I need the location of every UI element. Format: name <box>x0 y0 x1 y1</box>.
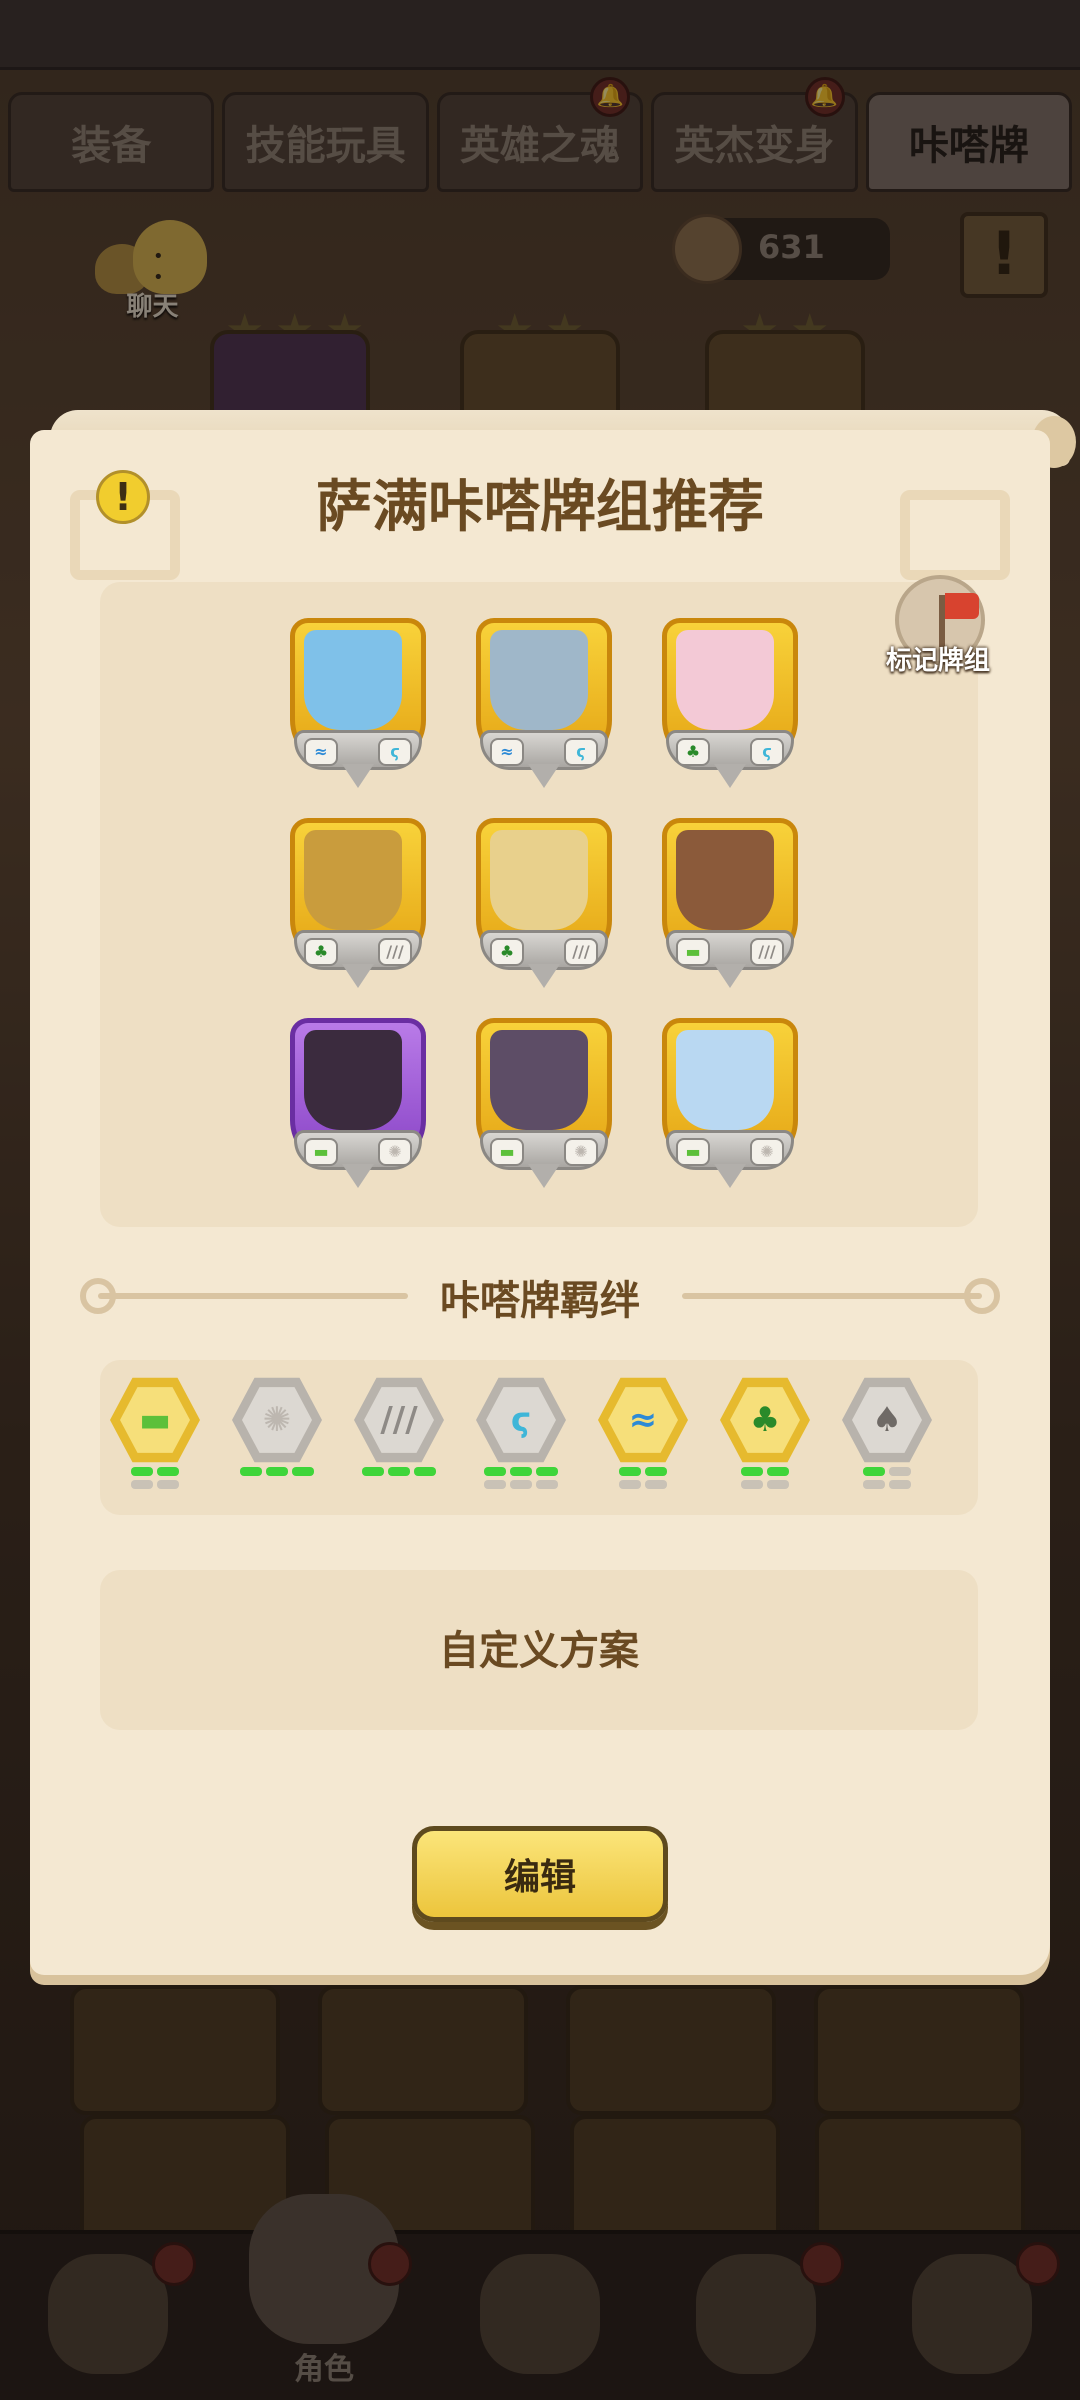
tree-icon: ♣ <box>676 738 710 766</box>
progress-pip <box>414 1467 436 1476</box>
hero-art <box>676 630 774 730</box>
hero-card[interactable]: ≈ ϛ <box>290 618 426 788</box>
wing-icon: ϛ <box>750 738 784 766</box>
progress-pip <box>157 1467 179 1476</box>
progress-pip <box>157 1480 179 1489</box>
edit-button[interactable]: 编辑 <box>412 1826 668 1922</box>
fur-icon: ✺ <box>750 1138 784 1166</box>
progress-pip <box>645 1480 667 1489</box>
water-icon: ≈ <box>490 738 524 766</box>
hero-art <box>676 830 774 930</box>
grass-icon: ▬ <box>676 938 710 966</box>
hero-card[interactable]: ♣ /// <box>290 818 426 988</box>
bond-progress <box>354 1467 444 1476</box>
wing-icon: ϛ <box>564 738 598 766</box>
hero-card[interactable]: ▬ ✺ <box>476 1018 612 1188</box>
progress-pip <box>388 1467 410 1476</box>
bond-progress <box>476 1467 566 1489</box>
hero-card[interactable]: ▬ /// <box>662 818 798 988</box>
divider-curl <box>964 1278 1000 1314</box>
progress-pip <box>645 1467 667 1476</box>
bond-item[interactable]: ϛ <box>476 1375 566 1505</box>
bond-item[interactable]: ▬ <box>110 1375 200 1505</box>
bond-progress <box>110 1467 200 1489</box>
hero-art <box>304 630 402 730</box>
water-icon: ≈ <box>304 738 338 766</box>
progress-pip <box>619 1480 641 1489</box>
progress-pip <box>240 1467 262 1476</box>
bond-item[interactable]: ♠ <box>842 1375 932 1505</box>
progress-pip <box>131 1467 153 1476</box>
custom-plan-label: 自定义方案 <box>439 1628 639 1674</box>
hero-card[interactable]: ♣ ϛ <box>662 618 798 788</box>
bond-item[interactable]: ✺ <box>232 1375 322 1505</box>
claw-icon: /// <box>750 938 784 966</box>
progress-pip <box>484 1467 506 1476</box>
progress-pip <box>889 1467 911 1476</box>
hero-art <box>304 830 402 930</box>
tree-icon: ♣ <box>490 938 524 966</box>
progress-pip <box>510 1480 532 1489</box>
claw-icon: /// <box>378 938 412 966</box>
bond-item[interactable]: ≈ <box>598 1375 688 1505</box>
bond-item[interactable]: /// <box>354 1375 444 1505</box>
progress-pip <box>292 1467 314 1476</box>
hero-card[interactable]: ♣ /// <box>476 818 612 988</box>
modal-title: 萨满咔嗒牌组推荐 <box>316 475 764 540</box>
progress-pip <box>266 1467 288 1476</box>
hero-card[interactable]: ▬ ✺ <box>662 1018 798 1188</box>
mark-deck-label: 标记牌组 <box>885 646 990 676</box>
progress-pip <box>619 1467 641 1476</box>
fur-icon: ✺ <box>378 1138 412 1166</box>
progress-pip <box>767 1467 789 1476</box>
progress-pip <box>536 1480 558 1489</box>
grass-icon: ▬ <box>304 1138 338 1166</box>
grass-icon: ▬ <box>676 1138 710 1166</box>
bond-progress <box>232 1467 322 1476</box>
fur-icon: ✺ <box>564 1138 598 1166</box>
hero-art <box>676 1030 774 1130</box>
hero-art <box>490 830 588 930</box>
progress-pip <box>767 1480 789 1489</box>
progress-pip <box>863 1467 885 1476</box>
tree-icon: ♣ <box>304 938 338 966</box>
progress-pip <box>510 1467 532 1476</box>
flag-icon <box>945 593 979 619</box>
wing-icon: ϛ <box>378 738 412 766</box>
divider <box>682 1293 982 1299</box>
progress-pip <box>131 1480 153 1489</box>
bond-item[interactable]: ♣ <box>720 1375 810 1505</box>
progress-pip <box>536 1467 558 1476</box>
hero-art <box>304 1030 402 1130</box>
hero-card[interactable]: ▬ ✺ <box>290 1018 426 1188</box>
hero-card[interactable]: ≈ ϛ <box>476 618 612 788</box>
bond-progress <box>598 1467 688 1489</box>
bond-progress <box>842 1467 932 1489</box>
progress-pip <box>362 1467 384 1476</box>
bond-progress <box>720 1467 810 1489</box>
progress-pip <box>741 1467 763 1476</box>
progress-pip <box>484 1480 506 1489</box>
hero-art <box>490 1030 588 1130</box>
hero-art <box>490 630 588 730</box>
progress-pip <box>863 1480 885 1489</box>
grass-icon: ▬ <box>490 1138 524 1166</box>
claw-icon: /// <box>564 938 598 966</box>
progress-pip <box>889 1480 911 1489</box>
progress-pip <box>741 1480 763 1489</box>
